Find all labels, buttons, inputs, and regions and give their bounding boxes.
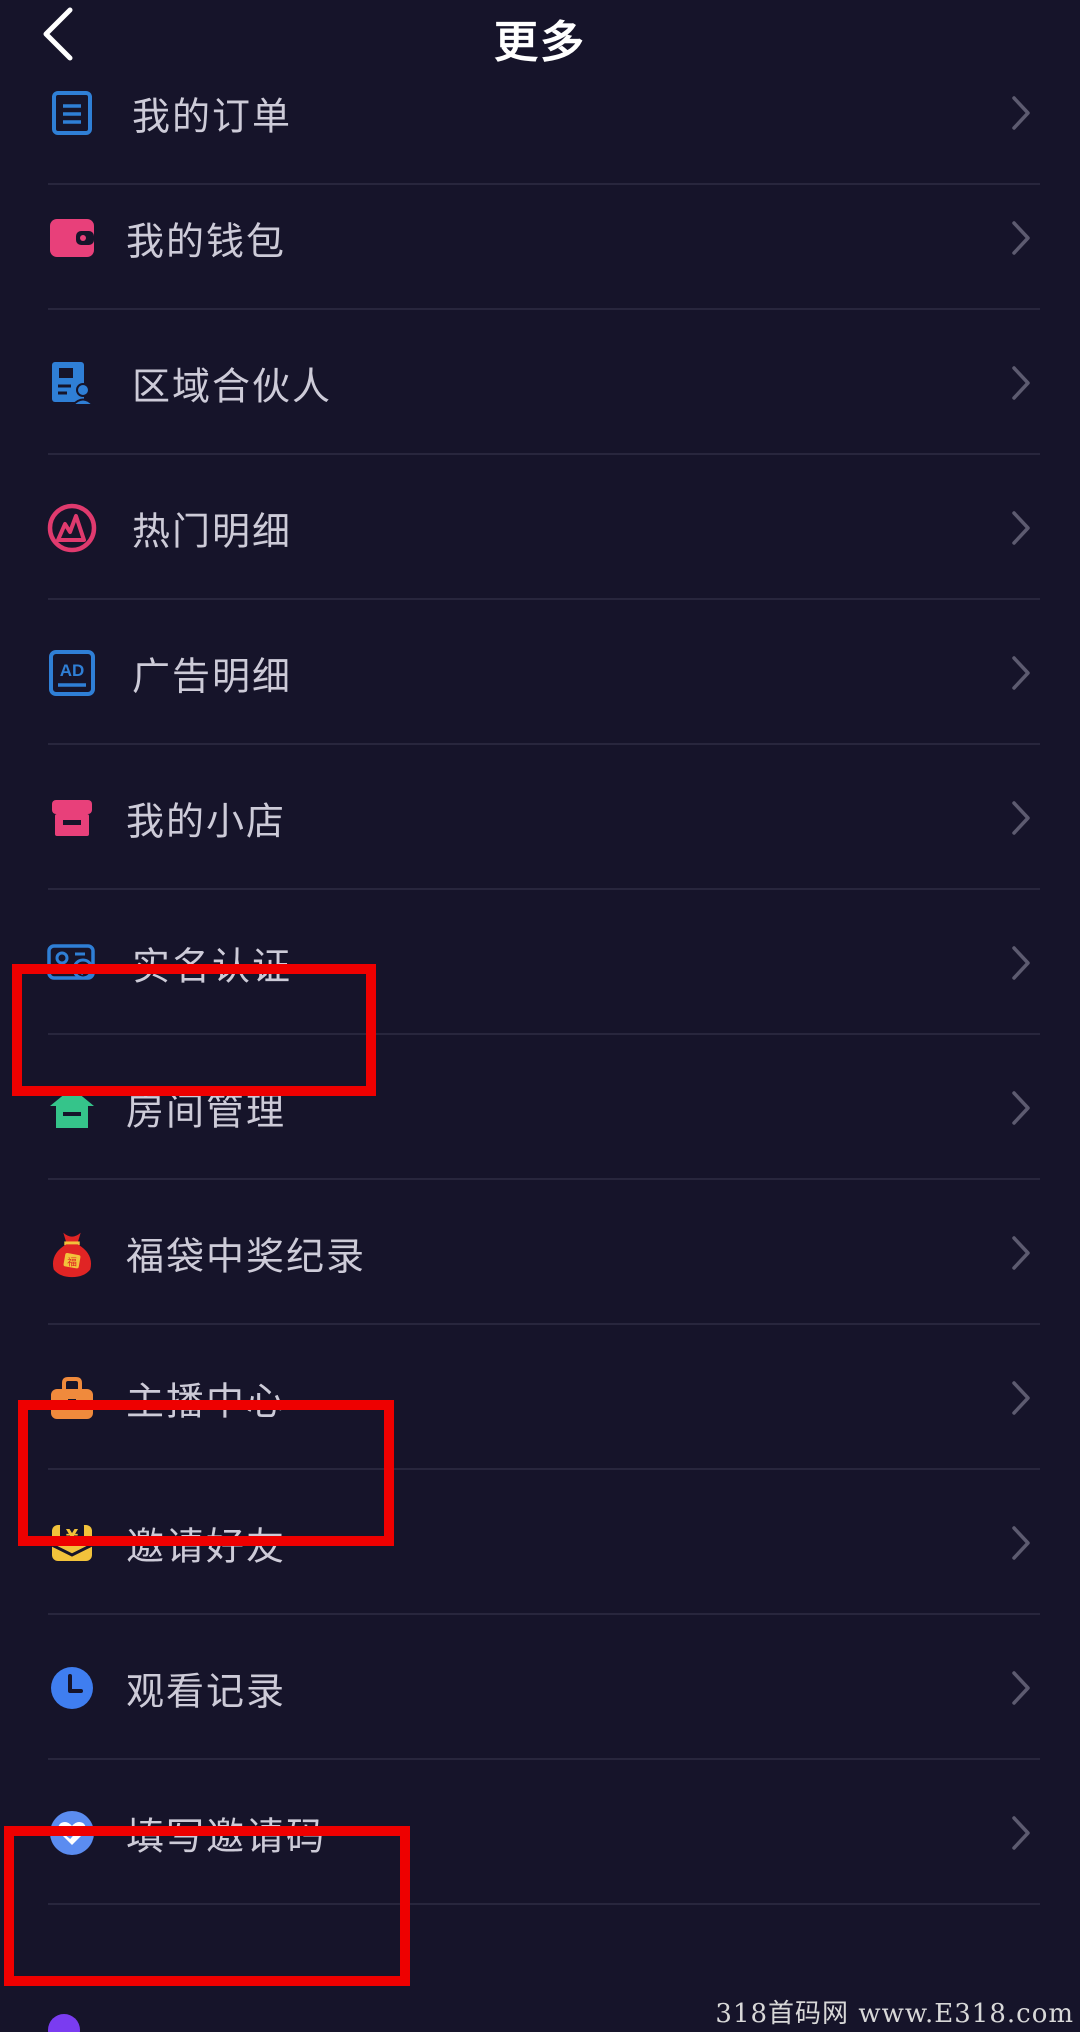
lucky-bag-icon: 福 xyxy=(46,1227,98,1279)
menu-item-label: 热门明细 xyxy=(132,509,293,553)
watermark: 318首码网 www.E318.com xyxy=(715,1999,1074,2029)
ad-icon: AD xyxy=(46,647,98,699)
menu-item-label: 邀请好友 xyxy=(126,1524,287,1568)
chevron-right-icon xyxy=(1006,217,1036,259)
menu-item-lucky-bag[interactable]: 福 福袋中奖纪录 xyxy=(0,1180,1080,1325)
flame-circle-icon xyxy=(46,502,98,554)
menu-item-ad-details[interactable]: AD 广告明细 xyxy=(0,600,1080,745)
svg-text:AD: AD xyxy=(60,661,85,680)
chevron-right-icon xyxy=(1006,1522,1036,1564)
menu-item-orders[interactable]: 我的订单 xyxy=(0,40,1080,185)
menu-list: 我的订单 我的钱包 区域合伙人 热门明细 AD 广告明细 我的小店 实名认证 房… xyxy=(0,20,1080,1905)
menu-item-streamer-center[interactable]: 主播中心 xyxy=(0,1325,1080,1470)
more-page: 更多 我的订单 我的钱包 区域合伙人 热门明细 AD 广告明细 我的小店 实名认… xyxy=(0,0,1080,2032)
chevron-right-icon xyxy=(1006,1232,1036,1274)
chevron-right-icon xyxy=(1006,1812,1036,1854)
menu-item-label: 观看记录 xyxy=(126,1669,287,1713)
menu-item-label: 广告明细 xyxy=(132,654,293,698)
chevron-right-icon xyxy=(1006,507,1036,549)
menu-item-label: 填写邀请码 xyxy=(126,1814,327,1858)
menu-item-label: 我的小店 xyxy=(126,799,287,843)
menu-item-label: 区域合伙人 xyxy=(132,364,333,408)
menu-item-label: 主播中心 xyxy=(126,1379,287,1423)
clock-icon xyxy=(46,1662,98,1714)
chevron-right-icon xyxy=(1006,92,1036,134)
menu-item-wallet[interactable]: 我的钱包 xyxy=(0,165,1080,310)
divider xyxy=(48,1903,1040,1905)
menu-item-label: 我的订单 xyxy=(132,94,293,138)
yuan-envelope-icon: ¥ xyxy=(46,1517,98,1569)
menu-item-watch-history[interactable]: 观看记录 xyxy=(0,1615,1080,1760)
menu-item-my-shop[interactable]: 我的小店 xyxy=(0,745,1080,890)
chevron-right-icon xyxy=(1006,652,1036,694)
svg-text:¥: ¥ xyxy=(66,1526,79,1547)
chevron-right-icon xyxy=(1006,362,1036,404)
menu-item-regional-partner[interactable]: 区域合伙人 xyxy=(0,310,1080,455)
partial-item-icon xyxy=(44,2010,84,2032)
menu-item-real-name[interactable]: 实名认证 xyxy=(0,890,1080,1035)
menu-item-label: 房间管理 xyxy=(126,1089,287,1133)
menu-item-enter-invite-code[interactable]: 填写邀请码 xyxy=(0,1760,1080,1905)
chevron-right-icon xyxy=(1006,1087,1036,1129)
shop-icon xyxy=(46,792,98,844)
briefcase-icon xyxy=(46,1372,98,1424)
verified-id-icon xyxy=(46,937,98,989)
menu-item-room-manage[interactable]: 房间管理 xyxy=(0,1035,1080,1180)
heart-check-icon xyxy=(46,1807,98,1859)
partner-id-card-icon xyxy=(46,357,98,409)
order-list-icon xyxy=(46,87,98,139)
menu-item-hot-details[interactable]: 热门明细 xyxy=(0,455,1080,600)
menu-item-label: 我的钱包 xyxy=(126,219,287,263)
chevron-right-icon xyxy=(1006,797,1036,839)
wallet-icon xyxy=(46,212,98,264)
svg-text:福: 福 xyxy=(67,1256,77,1268)
menu-item-label: 福袋中奖纪录 xyxy=(126,1234,367,1278)
chevron-right-icon xyxy=(1006,942,1036,984)
menu-item-invite-friends[interactable]: ¥ 邀请好友 xyxy=(0,1470,1080,1615)
menu-item-label: 实名认证 xyxy=(132,944,293,988)
chevron-right-icon xyxy=(1006,1667,1036,1709)
chevron-right-icon xyxy=(1006,1377,1036,1419)
house-icon xyxy=(46,1082,98,1134)
